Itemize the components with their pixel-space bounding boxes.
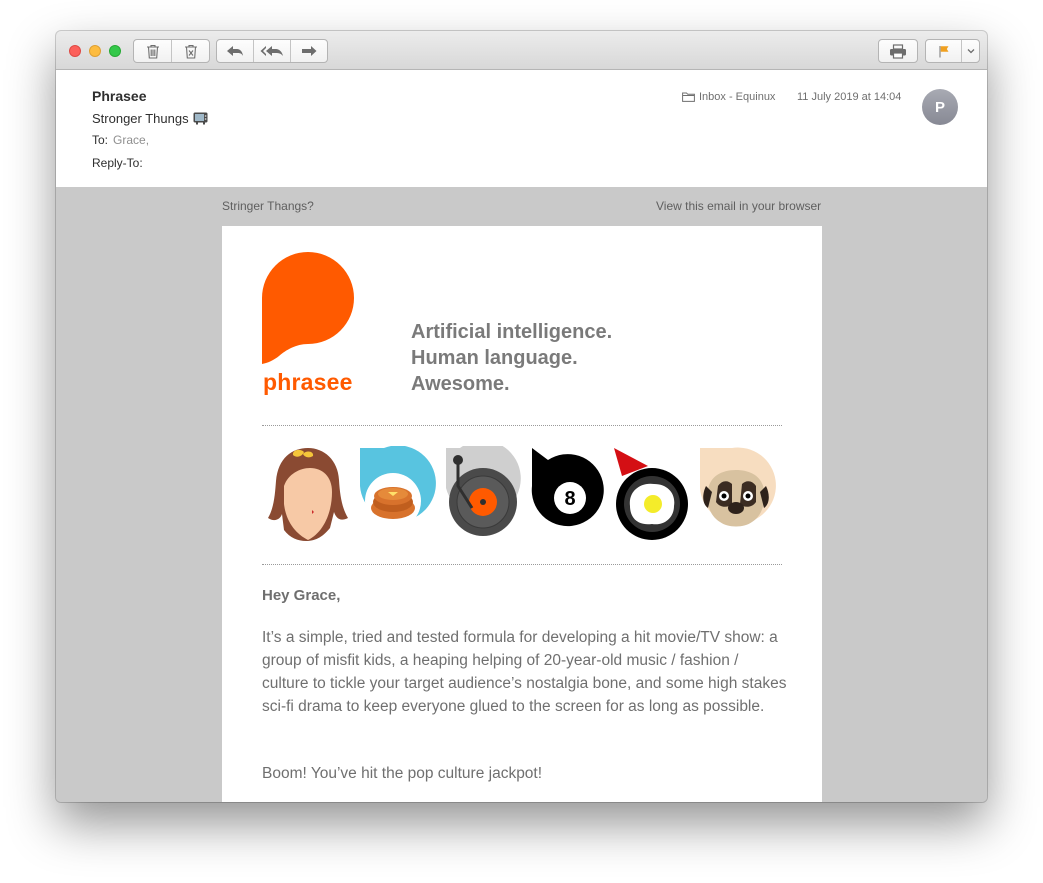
logo-wordmark: phrasee <box>263 369 353 395</box>
divider-bottom <box>262 564 782 565</box>
pug-illustration <box>700 447 776 527</box>
reply-all-icon <box>260 46 283 56</box>
svg-text:8: 8 <box>564 488 575 510</box>
tagline-line-3: Awesome. <box>411 373 510 395</box>
junk-icon <box>184 44 197 59</box>
subject-text: Stronger Thungs <box>92 111 189 126</box>
minimize-button[interactable] <box>89 45 101 57</box>
title-bar <box>56 31 987 70</box>
reply-to-row: Reply-To: <box>92 156 143 170</box>
message-date: 11 July 2019 at 14:04 <box>797 91 902 103</box>
turntable-illustration <box>446 446 521 536</box>
flag-toolbar-group <box>925 39 980 63</box>
delete-toolbar-group <box>133 39 210 63</box>
email-content-card: phrasee Artificial intelligence. Human l… <box>222 226 822 802</box>
mail-window: Phrasee Stronger Thungs To: Grace, Reply-… <box>56 31 987 802</box>
print-icon <box>890 43 906 59</box>
tv-icon <box>193 112 208 125</box>
trash-icon <box>146 44 159 59</box>
tagline-line-2: Human language. <box>411 347 578 369</box>
reply-icon <box>227 46 243 56</box>
eight-ball-illustration: 8 <box>531 448 604 527</box>
preheader-text: Stringer Thangs? <box>222 199 314 213</box>
forward-icon <box>302 46 317 56</box>
forward-button[interactable] <box>291 40 327 62</box>
tagline-line-1: Artificial intelligence. <box>411 321 613 343</box>
sender-name: Phrasee <box>92 88 147 104</box>
reply-all-button[interactable] <box>254 40 291 62</box>
mailbox-location: Inbox - Equinux <box>682 91 775 103</box>
girl-illustration <box>268 448 348 541</box>
sender-avatar[interactable]: P <box>922 89 958 125</box>
body-paragraph-1: It’s a simple, tried and tested formula … <box>262 629 787 715</box>
mailbox-name: Inbox - Equinux <box>699 91 776 103</box>
pancakes-illustration <box>360 446 436 529</box>
tagline: Artificial intelligence. Human language.… <box>411 319 612 397</box>
fried-egg-illustration <box>614 448 688 540</box>
illustration-strip: 8 <box>268 446 776 541</box>
print-button[interactable] <box>879 40 917 62</box>
reply-to-label: Reply-To: <box>92 156 143 170</box>
subject-line: Stronger Thungs <box>92 111 208 126</box>
delete-button[interactable] <box>134 40 172 62</box>
body-paragraph-2: Boom! You’ve hit the pop culture jackpot… <box>262 765 543 782</box>
zoom-button[interactable] <box>109 45 121 57</box>
greeting: Hey Grace, <box>262 587 341 604</box>
divider-top <box>262 425 782 426</box>
to-row: To: Grace, <box>92 133 149 147</box>
chevron-down-icon <box>967 49 974 54</box>
view-in-browser-link[interactable]: View this email in your browser <box>656 199 821 213</box>
to-recipient[interactable]: Grace, <box>113 133 149 147</box>
message-header: Phrasee Stronger Thungs To: Grace, Reply-… <box>56 70 987 187</box>
close-button[interactable] <box>69 45 81 57</box>
reply-button[interactable] <box>217 40 254 62</box>
print-toolbar-group <box>878 39 918 63</box>
reply-toolbar-group <box>216 39 328 63</box>
message-body: Stringer Thangs? View this email in your… <box>56 187 987 802</box>
folder-icon <box>682 92 695 102</box>
junk-button[interactable] <box>172 40 209 62</box>
to-label: To: <box>92 133 109 147</box>
flag-button[interactable] <box>926 40 962 62</box>
flag-icon <box>938 45 948 57</box>
flag-menu-button[interactable] <box>962 40 979 62</box>
